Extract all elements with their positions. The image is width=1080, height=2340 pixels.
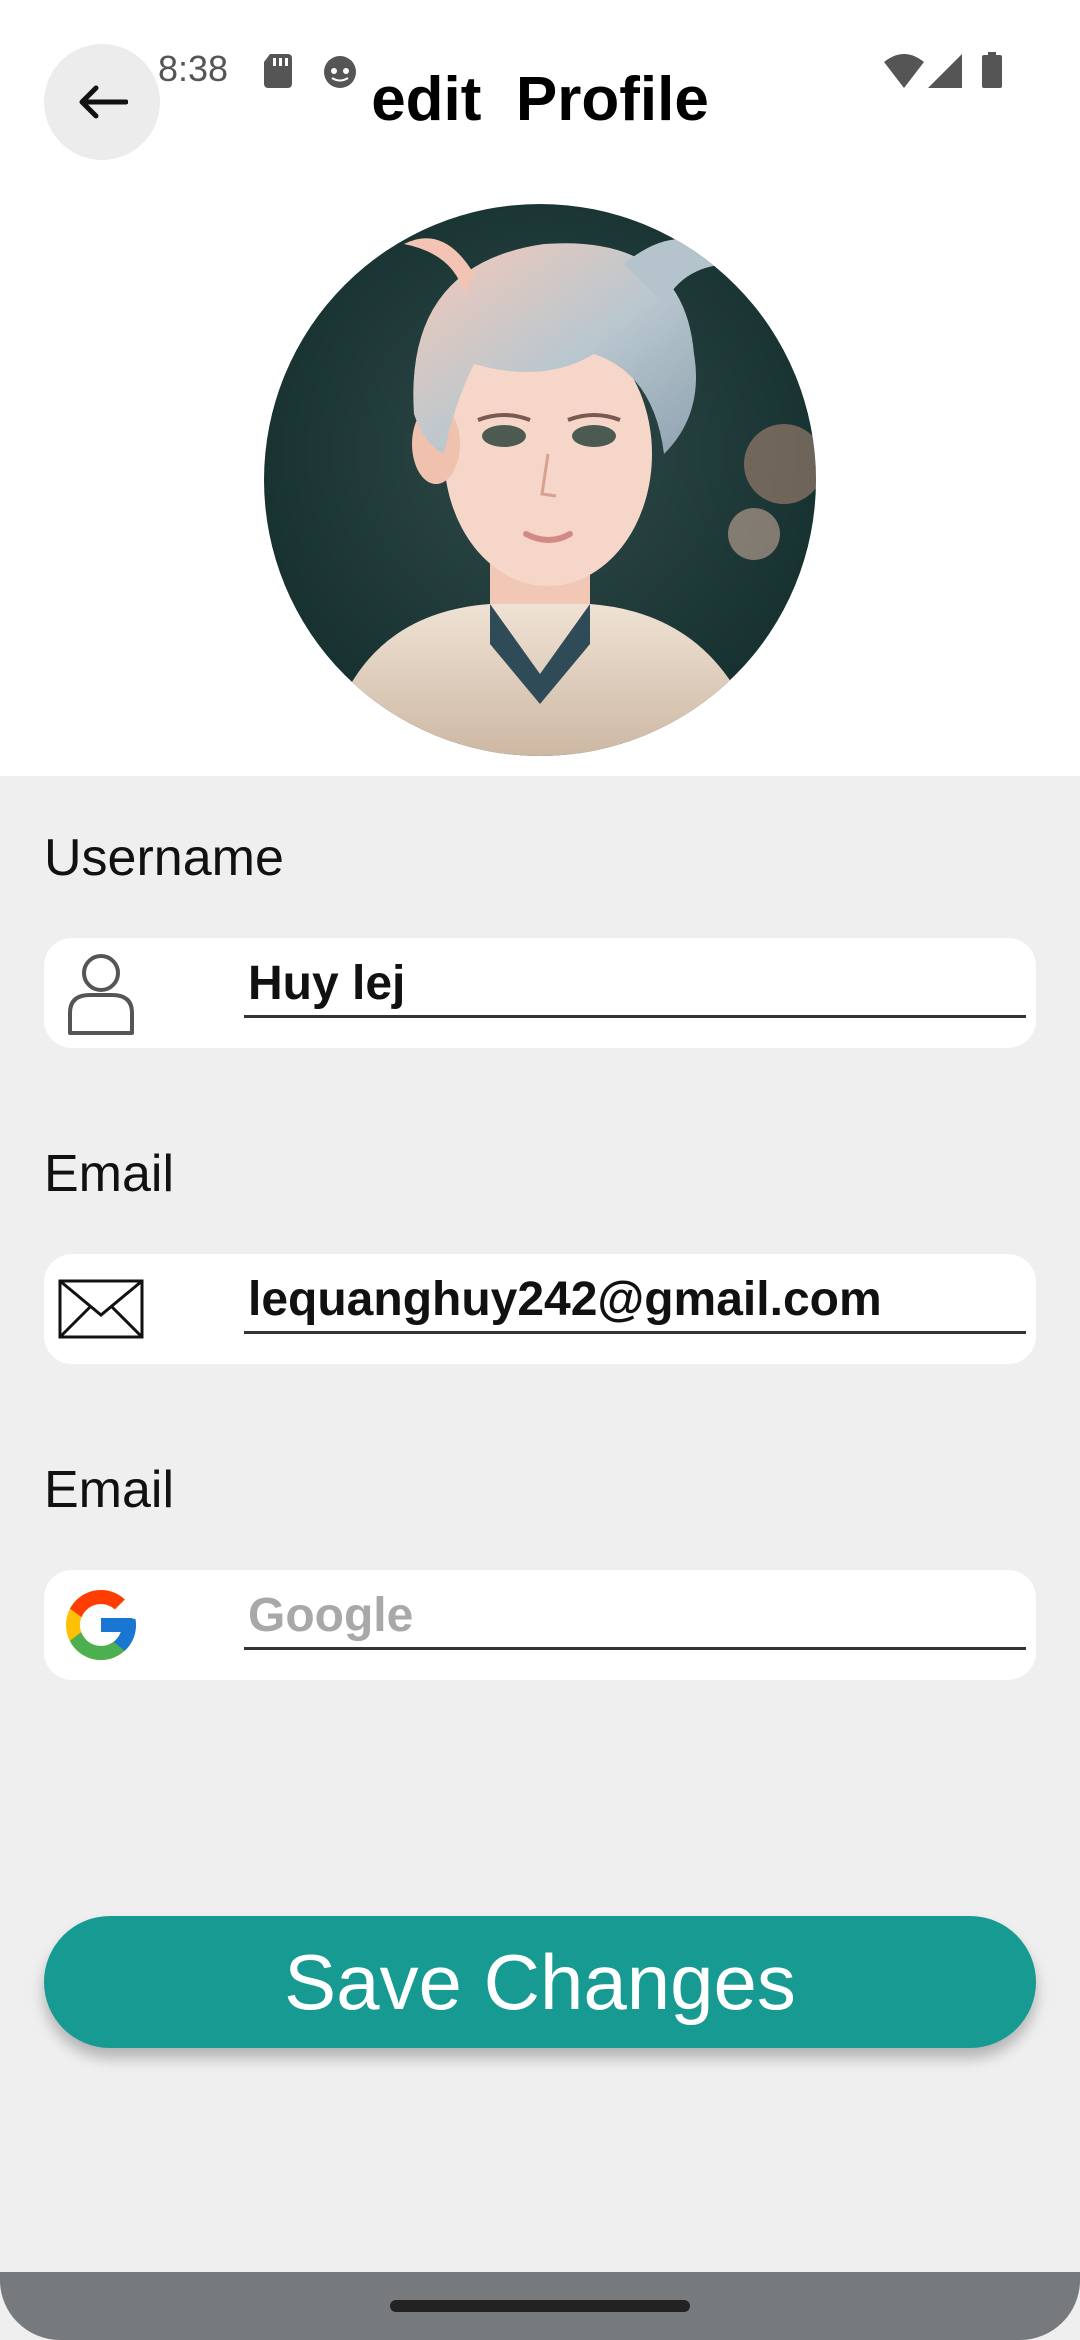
- username-field: [44, 938, 1036, 1048]
- username-input[interactable]: [244, 952, 1026, 1018]
- profile-avatar[interactable]: [264, 204, 816, 756]
- page-title: edit Profile: [371, 65, 709, 134]
- save-changes-button[interactable]: Save Changes: [44, 1916, 1036, 2048]
- edit-profile-screen: 8:38 edit Profile Username Huy lej Email…: [0, 0, 1080, 2340]
- google-icon: [58, 1582, 144, 1668]
- profile-avatar-image: [324, 238, 816, 756]
- home-indicator[interactable]: [390, 2300, 690, 2312]
- envelope-icon: [58, 1266, 144, 1352]
- google-email-label: Email: [44, 1461, 175, 1519]
- email-input[interactable]: [244, 1268, 1026, 1334]
- google-input[interactable]: [244, 1584, 1026, 1650]
- email-label: Email: [44, 1145, 175, 1203]
- user-icon: [58, 950, 144, 1036]
- email-field: [44, 1254, 1036, 1364]
- username-label: Username: [44, 829, 284, 887]
- google-field: [44, 1570, 1036, 1680]
